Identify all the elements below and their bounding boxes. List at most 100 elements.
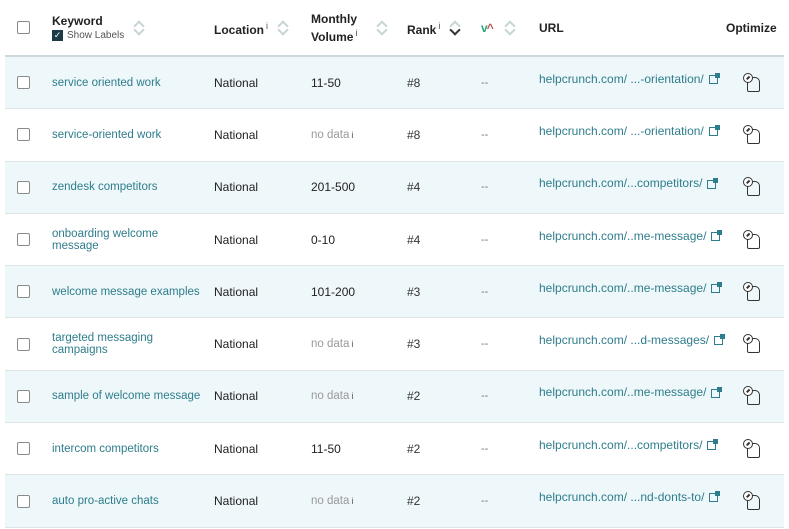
volume-value: 11-50	[311, 441, 341, 456]
row-checkbox[interactable]	[17, 76, 30, 90]
rank-cell: #2	[407, 371, 420, 422]
show-labels-checkbox[interactable]: ✓	[52, 30, 63, 41]
rank-header-label[interactable]: Rank i	[407, 19, 440, 37]
monthly-volume-header-label[interactable]: Monthly Volume i	[311, 12, 357, 44]
change-cell: --	[481, 371, 488, 422]
url-link[interactable]: helpcrunch.com/ ...-orientation/	[539, 72, 720, 86]
optimize-page-icon[interactable]	[743, 386, 761, 406]
url-link[interactable]: helpcrunch.com/ ...d-messages/	[539, 333, 726, 347]
external-link-icon[interactable]	[711, 229, 723, 241]
url-link[interactable]: helpcrunch.com/ ...nd-donts-to/	[539, 490, 721, 504]
change-cell: --	[481, 162, 488, 213]
row-checkbox[interactable]	[17, 180, 30, 194]
header-rank: Rank i	[407, 0, 460, 55]
optimize-page-icon[interactable]	[743, 281, 761, 302]
rank-value: #2	[407, 441, 421, 456]
optimize-page-icon[interactable]	[743, 334, 761, 354]
url-cell: helpcrunch.com/ ...d-messages/	[539, 318, 726, 369]
row-checkbox[interactable]	[17, 285, 30, 299]
optimize-page-icon[interactable]	[743, 177, 761, 197]
optimize-page-icon[interactable]	[743, 229, 761, 250]
info-icon[interactable]: i	[351, 496, 353, 506]
external-link-icon[interactable]	[707, 439, 719, 451]
external-link-icon[interactable]	[714, 334, 726, 346]
keyword-link[interactable]: zendesk competitors	[52, 181, 157, 193]
row-checkbox[interactable]	[17, 128, 30, 142]
check-badge	[743, 124, 753, 135]
external-link-icon[interactable]	[708, 125, 720, 137]
rank-sort-icon[interactable]	[450, 20, 460, 36]
optimize-page-icon[interactable]	[743, 491, 761, 511]
keyword-cell: sample of welcome message	[52, 371, 202, 422]
change-value: --	[481, 338, 489, 351]
row-select-cell	[17, 475, 30, 526]
header-change: v^	[481, 0, 515, 55]
location-cell: National	[214, 371, 258, 422]
change-value: --	[481, 495, 489, 508]
optimize-header-label: Optimize	[726, 20, 777, 35]
change-sort-icon[interactable]	[505, 20, 515, 36]
rank-header-text: Rank	[407, 22, 437, 37]
keyword-link[interactable]: sample of welcome message	[52, 390, 200, 402]
optimize-page-icon[interactable]	[743, 72, 761, 93]
volume-sort-icon[interactable]	[377, 20, 387, 36]
optimize-page-icon[interactable]	[743, 124, 761, 145]
volume-value: no data	[311, 390, 350, 403]
volume-value: 0-10	[311, 232, 336, 247]
rank-value: #8	[407, 127, 421, 142]
url-link[interactable]: helpcrunch.com/..me-message/	[539, 385, 723, 399]
volume-cell: no data i	[311, 371, 353, 422]
row-checkbox[interactable]	[17, 494, 30, 508]
info-icon[interactable]: i	[266, 21, 268, 31]
select-all-checkbox[interactable]	[17, 21, 30, 34]
info-icon[interactable]: i	[438, 21, 440, 31]
optimize-cell	[737, 162, 761, 213]
url-link[interactable]: helpcrunch.com/...competitors/	[539, 176, 719, 190]
table-header: Keyword ✓ Show Labels Location i Monthly …	[5, 0, 784, 57]
rank-value: #4	[407, 232, 421, 247]
row-select-cell	[17, 162, 30, 213]
location-sort-icon[interactable]	[278, 20, 288, 36]
optimize-cell	[737, 318, 761, 369]
url-link[interactable]: helpcrunch.com/...competitors/	[539, 438, 719, 452]
keyword-link[interactable]: service oriented work	[52, 77, 161, 89]
table-row: auto pro-active chats National no data i…	[5, 475, 784, 528]
keyword-link[interactable]: intercom competitors	[52, 443, 159, 455]
keyword-link[interactable]: auto pro-active chats	[52, 495, 159, 507]
optimize-cell	[737, 266, 761, 317]
external-link-icon[interactable]	[708, 72, 720, 84]
external-link-icon[interactable]	[711, 386, 723, 398]
info-icon[interactable]: i	[351, 339, 353, 349]
keyword-link[interactable]: service-oriented work	[52, 129, 161, 141]
optimize-page-icon[interactable]	[743, 438, 761, 459]
keyword-link[interactable]: welcome message examples	[52, 286, 200, 298]
location-header-label[interactable]: Location i	[214, 19, 268, 37]
keyword-link[interactable]: onboarding welcome message	[52, 228, 202, 252]
trend-icon[interactable]: v^	[481, 21, 494, 35]
info-icon[interactable]: i	[351, 391, 353, 401]
rank-cell: #2	[407, 423, 420, 474]
external-link-icon[interactable]	[709, 491, 721, 503]
keyword-cell: targeted messaging campaigns	[52, 318, 202, 369]
external-link-icon[interactable]	[711, 282, 723, 294]
header-optimize: Optimize	[726, 0, 777, 55]
keyword-cell: service oriented work	[52, 57, 202, 108]
change-cell: --	[481, 475, 488, 526]
keyword-link[interactable]: targeted messaging campaigns	[52, 332, 202, 356]
row-checkbox[interactable]	[17, 442, 30, 456]
url-link[interactable]: helpcrunch.com/..me-message/	[539, 281, 723, 295]
volume-cell: no data i	[311, 318, 353, 369]
url-link[interactable]: helpcrunch.com/ ...-orientation/	[539, 124, 720, 138]
info-icon[interactable]: i	[351, 130, 353, 140]
check-badge	[743, 229, 753, 240]
row-checkbox[interactable]	[17, 389, 30, 403]
rank-value: #2	[407, 389, 421, 404]
show-labels-toggle[interactable]: ✓ Show Labels	[52, 30, 124, 41]
row-checkbox[interactable]	[17, 337, 30, 351]
keyword-header-label[interactable]: Keyword	[52, 14, 124, 28]
row-checkbox[interactable]	[17, 233, 30, 247]
info-icon[interactable]: i	[355, 28, 357, 38]
url-link[interactable]: helpcrunch.com/..me-message/	[539, 229, 723, 243]
keyword-sort-icon[interactable]	[134, 20, 144, 36]
external-link-icon[interactable]	[707, 177, 719, 189]
